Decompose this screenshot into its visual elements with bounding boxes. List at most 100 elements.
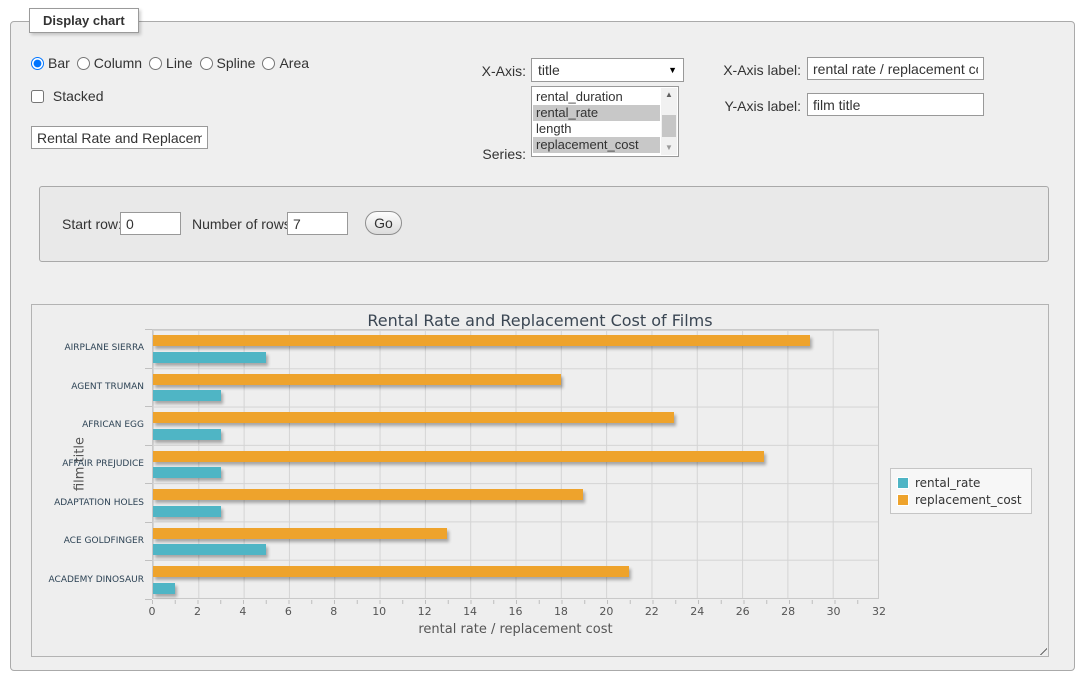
bar-rental_rate[interactable]	[153, 352, 266, 363]
x-axis-tick-label: 28	[781, 605, 795, 618]
chart-type-radio-line[interactable]	[149, 57, 162, 70]
chart-type-option-label: Area	[279, 55, 309, 71]
x-axis-select-label: X-Axis:	[431, 63, 526, 79]
legend-item-replacement_cost[interactable]: replacement_cost	[897, 491, 1022, 508]
chart-type-radio-bar[interactable]	[31, 57, 44, 70]
legend-label: replacement_cost	[915, 493, 1022, 507]
y-axis-label-input[interactable]	[807, 93, 984, 116]
bar-replacement_cost[interactable]	[153, 412, 674, 423]
chart-type-option-line: Line	[149, 55, 192, 71]
y-axis-tick	[145, 329, 152, 330]
fieldset-legend: Display chart	[29, 8, 139, 33]
y-axis-tick	[145, 560, 152, 561]
stacked-option: Stacked	[31, 88, 103, 104]
x-axis-label-input[interactable]	[807, 57, 984, 80]
bar-rental_rate[interactable]	[153, 506, 221, 517]
series-option-rental_rate[interactable]: rental_rate	[533, 105, 660, 121]
x-axis-tick-label: 18	[554, 605, 568, 618]
x-axis-select[interactable]: title ▼	[531, 58, 684, 82]
bar-rental_rate[interactable]	[153, 429, 221, 440]
y-axis-tick	[145, 368, 152, 369]
bar-replacement_cost[interactable]	[153, 451, 764, 462]
chart-type-option-bar: Bar	[31, 55, 70, 71]
x-axis-tick-label: 30	[827, 605, 841, 618]
chart-type-option-column: Column	[77, 55, 142, 71]
y-axis-tick	[145, 522, 152, 523]
chart-title-input[interactable]	[31, 126, 208, 149]
category-label: ACE GOLDFINGER	[32, 535, 144, 547]
category-label: ADAPTATION HOLES	[32, 497, 144, 509]
series-option-length[interactable]: length	[533, 121, 660, 137]
go-button[interactable]: Go	[365, 211, 402, 235]
y-axis-tick	[145, 483, 152, 484]
bar-replacement_cost[interactable]	[153, 374, 561, 385]
x-axis-tick-label: 26	[736, 605, 750, 618]
x-axis-label-field-label: X-Axis label:	[691, 62, 801, 78]
chart-type-option-label: Bar	[48, 55, 70, 71]
bar-rental_rate[interactable]	[153, 583, 175, 594]
chart-title: Rental Rate and Replacement Cost of Film…	[32, 311, 1048, 330]
chart-container: Rental Rate and Replacement Cost of Film…	[31, 304, 1049, 657]
category-label: ACADEMY DINOSAUR	[32, 574, 144, 586]
chart-type-radio-column[interactable]	[77, 57, 90, 70]
start-row-label: Start row:	[62, 216, 122, 232]
x-axis-tick-label: 8	[330, 605, 337, 618]
category-label: AGENT TRUMAN	[32, 381, 144, 393]
listbox-scrollbar[interactable]: ▲ ▼	[661, 88, 677, 155]
scroll-down-icon[interactable]: ▼	[661, 141, 677, 155]
x-axis-tick-label: 10	[372, 605, 386, 618]
x-axis-tick-label: 16	[509, 605, 523, 618]
chart-legend: rental_rate replacement_cost	[890, 468, 1032, 514]
legend-item-rental_rate[interactable]: rental_rate	[897, 474, 1022, 491]
x-axis-tick-label: 22	[645, 605, 659, 618]
chart-type-radio-group: Bar Column Line Spline Area	[31, 55, 316, 71]
bar-rental_rate[interactable]	[153, 390, 221, 401]
dropdown-arrow-icon: ▼	[668, 65, 677, 75]
legend-swatch-icon	[897, 494, 909, 506]
series-options: rental_durationrental_ratelengthreplacem…	[533, 89, 660, 153]
x-axis-tick-label: 6	[285, 605, 292, 618]
bar-replacement_cost[interactable]	[153, 528, 447, 539]
chart-type-radio-area[interactable]	[262, 57, 275, 70]
legend-label: rental_rate	[915, 476, 980, 490]
number-of-rows-input[interactable]	[287, 212, 348, 235]
scrollbar-thumb[interactable]	[662, 115, 676, 137]
chart-type-option-label: Column	[94, 55, 142, 71]
bar-replacement_cost[interactable]	[153, 566, 629, 577]
x-axis-tick-label: 0	[149, 605, 156, 618]
scroll-up-icon[interactable]: ▲	[661, 88, 677, 102]
x-axis-tick-label: 32	[872, 605, 886, 618]
y-axis-tick	[145, 445, 152, 446]
bar-rental_rate[interactable]	[153, 467, 221, 478]
chart-type-option-label: Line	[166, 55, 192, 71]
category-label: AFRICAN EGG	[32, 419, 144, 431]
x-axis-tick-label: 4	[239, 605, 246, 618]
y-axis-tick	[145, 599, 152, 600]
chart-type-option-label: Spline	[217, 55, 256, 71]
series-option-replacement_cost[interactable]: replacement_cost	[533, 137, 660, 153]
y-axis-tick	[145, 406, 152, 407]
bar-replacement_cost[interactable]	[153, 489, 583, 500]
x-axis-tick-label: 14	[463, 605, 477, 618]
stacked-label: Stacked	[53, 88, 104, 104]
start-row-input[interactable]	[120, 212, 181, 235]
resize-handle-icon[interactable]	[1035, 643, 1047, 655]
bar-rental_rate[interactable]	[153, 544, 266, 555]
series-multiselect[interactable]: rental_durationrental_ratelengthreplacem…	[531, 86, 679, 157]
chart-type-option-area: Area	[262, 55, 309, 71]
bar-replacement_cost[interactable]	[153, 335, 810, 346]
category-label: AFFAIR PREJUDICE	[32, 458, 144, 470]
chart-type-radio-spline[interactable]	[200, 57, 213, 70]
stacked-checkbox[interactable]	[31, 90, 44, 103]
x-axis-title: rental rate / replacement cost	[152, 622, 879, 637]
x-axis-tick-label: 20	[599, 605, 613, 618]
x-axis-tick-label: 24	[690, 605, 704, 618]
chart-plot-area	[152, 329, 879, 599]
legend-swatch-icon	[897, 477, 909, 489]
x-axis-tick-label: 2	[194, 605, 201, 618]
display-chart-fieldset: Display chart BarColumnLineSplineArea St…	[10, 21, 1075, 671]
y-axis-label-field-label: Y-Axis label:	[691, 98, 801, 114]
row-range-panel: Start row: Number of rows: Go	[39, 186, 1049, 262]
series-option-rental_duration[interactable]: rental_duration	[533, 89, 660, 105]
number-of-rows-label: Number of rows:	[192, 216, 295, 232]
